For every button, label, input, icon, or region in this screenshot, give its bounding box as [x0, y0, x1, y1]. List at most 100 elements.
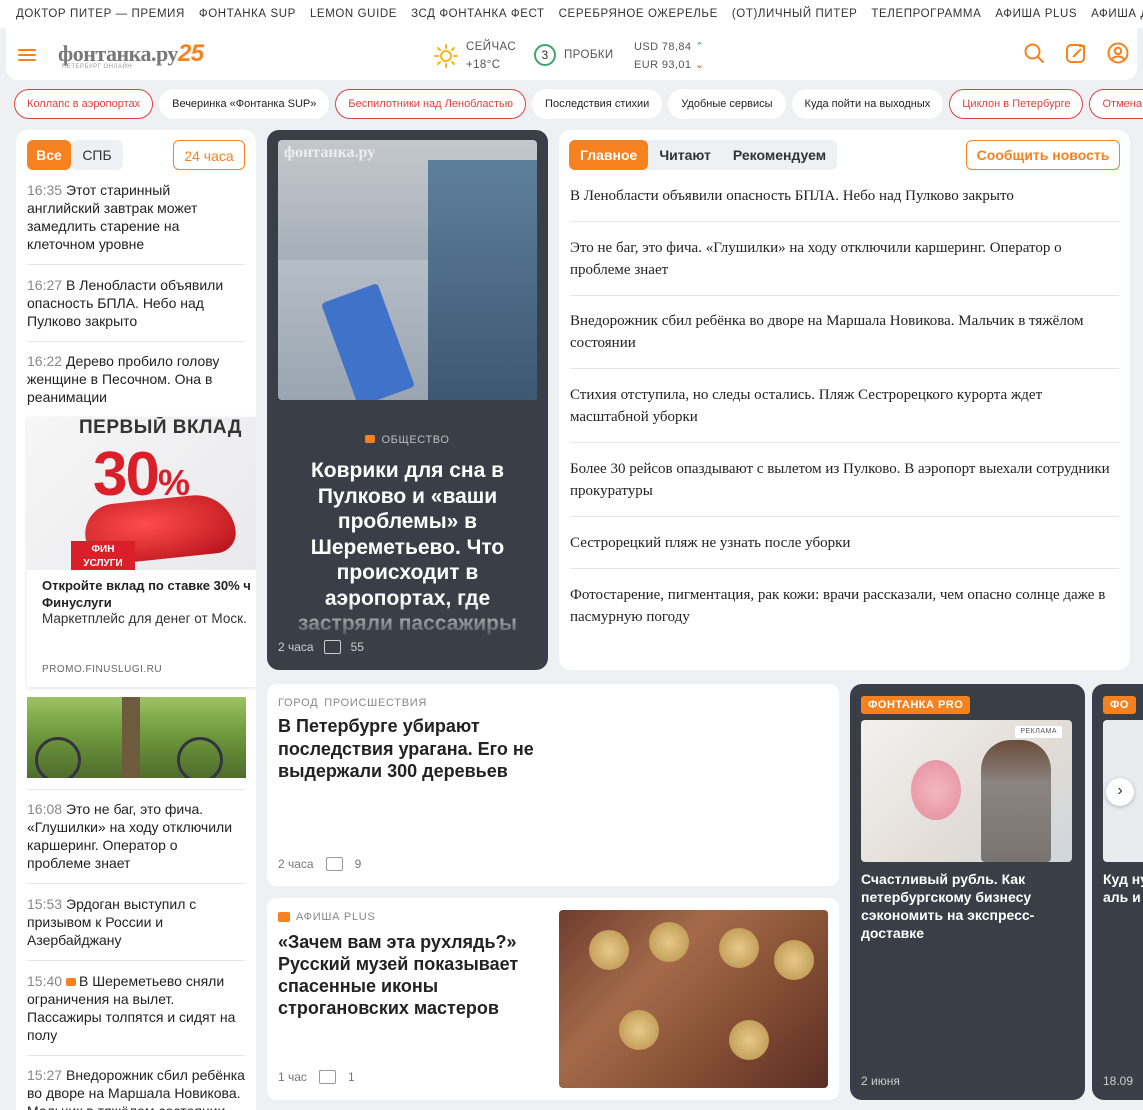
project-link[interactable]: Доктор Питер — премия	[16, 8, 185, 20]
tab-reading[interactable]: Читают	[648, 140, 722, 170]
feed-item[interactable]: 16:22 Дерево пробило голову женщине в Пес…	[27, 352, 245, 406]
project-link[interactable]: (От)личный Питер	[732, 8, 858, 20]
feature-comments[interactable]: 55	[351, 640, 364, 654]
card-meta: 2 часа 9	[278, 857, 361, 871]
projects-strip: Доктор Питер — премия Фонтанка SUP Lemon…	[0, 0, 1143, 28]
ad-label: РЕКЛАМА	[1015, 726, 1062, 738]
divider	[570, 221, 1119, 222]
news-card[interactable]: АФИША PLUS «Зачем вам эта рухлядь?» Русс…	[267, 898, 839, 1100]
tag-pill[interactable]: Удобные сервисы	[668, 89, 786, 119]
comment-icon[interactable]	[325, 857, 343, 871]
video-icon	[365, 435, 376, 443]
feed-item[interactable]: 15:40 В Шереметьево сняли ограничения на …	[27, 972, 245, 1044]
divider	[570, 295, 1119, 296]
site-logo[interactable]: фонтанка.ру25 ПЕТЕРБУРГ ОНЛАЙН	[58, 40, 204, 70]
tag-pill[interactable]: Коллапс в аэропортах	[14, 89, 154, 119]
tag-pill[interactable]: Отмена Гл	[1089, 89, 1143, 119]
card-time: 2 часа	[278, 857, 314, 871]
main-news-item[interactable]: Фотостарение, пигментация, рак кожи: вра…	[570, 584, 1119, 628]
feed-time: 16:22	[27, 353, 63, 369]
ad-text: Маркетплейс для денег от Моск.	[42, 611, 247, 626]
eur-rate: EUR 93,01	[634, 59, 692, 71]
ad-headline: ПЕРВЫЙ ВКЛАД	[79, 417, 242, 438]
tag-pill[interactable]: Беспилотники над Ленобластью	[335, 89, 527, 119]
logo-subtitle: ПЕТЕРБУРГ ОНЛАЙН	[62, 64, 133, 70]
icon-painting-image	[559, 910, 828, 1088]
pro-title[interactable]: Куд нуж аль и кр	[1103, 870, 1143, 906]
main-news-item[interactable]: В Ленобласти объявили опасность БПЛА. Не…	[570, 185, 1119, 207]
pro-card[interactable]: ФОНТАНКА PRO РЕКЛАМА Счастливый рубль. К…	[850, 684, 1085, 1100]
pro-date: 18.09	[1103, 1074, 1134, 1088]
feed-item[interactable]: 15:27 Внедорожник сбил ребёнка во дворе н…	[27, 1066, 245, 1110]
filter-all-button[interactable]: Все	[27, 140, 71, 170]
comment-icon[interactable]	[318, 1070, 336, 1084]
menu-icon[interactable]	[18, 49, 36, 61]
rubric-link[interactable]: ПРОИСШЕСТВИЯ	[324, 697, 427, 709]
feed-item[interactable]: 16:27 В Ленобласти объявили опасность БПЛ…	[27, 276, 245, 330]
project-link[interactable]: Серебряное ожерелье	[559, 8, 718, 20]
main-news-item[interactable]: Это не баг, это фича. «Глушилки» на ходу…	[570, 237, 1119, 281]
traffic-widget[interactable]: 3 ПРОБКИ	[534, 44, 614, 66]
feed-time: 16:35	[27, 182, 63, 198]
logo-text: фонтанка.ру	[58, 41, 178, 66]
card-time: 1 час	[278, 1070, 307, 1084]
tag-pill[interactable]: Куда пойти на выходных	[791, 89, 944, 119]
feed-item[interactable]: 16:08 Это не баг, это фича. «Глушилки» на…	[27, 800, 245, 872]
main-news-item[interactable]: Внедорожник сбил ребёнка во дворе на Мар…	[570, 310, 1119, 354]
search-icon[interactable]	[1023, 42, 1045, 64]
feed-item[interactable]: 15:53 Эрдоган выступил с призывом к Росси…	[27, 895, 245, 949]
divider	[570, 368, 1119, 369]
card-rubrics: ГОРОД ПРОИСШЕСТВИЯ	[278, 697, 427, 709]
report-news-button[interactable]: Сообщить новость	[966, 140, 1120, 170]
pro-title[interactable]: Счастливый рубль. Как петербургскому биз…	[861, 870, 1072, 942]
news-feed: Все СПБ 24 часа 16:35 Этот старинный англ…	[16, 130, 256, 1110]
news-card[interactable]: ГОРОД ПРОИСШЕСТВИЯ В Петербурге убирают …	[267, 684, 839, 886]
feature-time: 2 часа	[278, 640, 314, 654]
feature-card[interactable]: фонтанка.ру ОБЩЕСТВО Коврики для сна в П…	[267, 130, 548, 670]
feed-item[interactable]: 16:35 Этот старинный английский завтрак м…	[27, 181, 245, 253]
video-icon	[66, 978, 77, 986]
project-link[interactable]: Афиша Plus	[995, 8, 1077, 20]
weather-widget[interactable]: СЕЙЧАС +18°C	[434, 38, 516, 74]
project-link[interactable]: ЗСД Фонтанка Фест	[411, 8, 545, 20]
project-link[interactable]: Фонтанка SUP	[199, 8, 296, 20]
project-link[interactable]: Афиша для дет	[1091, 8, 1143, 20]
pro-image: РЕКЛАМА	[861, 720, 1072, 862]
project-link[interactable]: Телепрограмма	[871, 8, 981, 20]
divider	[570, 442, 1119, 443]
tab-recommended[interactable]: Рекомендуем	[722, 140, 837, 170]
profile-icon[interactable]	[1107, 42, 1129, 64]
weather-label: СЕЙЧАС	[466, 41, 517, 53]
project-link[interactable]: Lemon Guide	[310, 8, 397, 20]
filter-spb-button[interactable]: СПБ	[71, 140, 123, 170]
divider	[27, 960, 245, 961]
currency-widget[interactable]: USD 78,84 ⌃ EUR 93,01 ⌄	[634, 38, 705, 74]
feature-category: ОБЩЕСТВО	[267, 434, 548, 446]
suggest-news-icon[interactable]	[1065, 42, 1087, 64]
site-header: фонтанка.ру25 ПЕТЕРБУРГ ОНЛАЙН СЕЙЧАС +1…	[6, 28, 1137, 80]
tag-pill[interactable]: Циклон в Петербурге	[949, 89, 1084, 119]
main-news-item[interactable]: Более 30 рейсов опаздывают с вылетом из …	[570, 458, 1119, 502]
pro-card[interactable]: ФО Куд нуж аль и кр 18.09	[1092, 684, 1143, 1100]
tab-main[interactable]: Главное	[569, 140, 649, 170]
filter-24h-button[interactable]: 24 часа	[173, 140, 245, 170]
main-news-item[interactable]: Стихия отступила, но следы остались. Пля…	[570, 384, 1119, 428]
card-title[interactable]: «Зачем вам эта рухлядь?» Русский музей п…	[278, 931, 540, 1019]
ad-banner[interactable]: ПЕРВЫЙ ВКЛАД 30% ФИН УСЛУГИ Откройте вкл…	[27, 417, 256, 687]
card-title[interactable]: В Петербурге убирают последствия урагана…	[278, 715, 578, 783]
rubric-link[interactable]: ГОРОД	[278, 697, 318, 709]
tag-strip: Коллапс в аэропортах Вечеринка «Фонтанка…	[14, 89, 1143, 121]
comment-icon[interactable]	[323, 640, 341, 654]
ad-source: PROMO.FINUSLUGI.RU	[42, 664, 163, 675]
card-comments[interactable]: 9	[355, 857, 362, 871]
main-news-item[interactable]: Сестрорецкий пляж не узнать после уборки	[570, 532, 1119, 554]
tag-pill[interactable]: Последствия стихии	[532, 89, 663, 119]
tag-pill[interactable]: Вечеринка «Фонтанка SUP»	[159, 89, 330, 119]
arrow-down-icon: ⌄	[694, 59, 705, 71]
ad-image-bicycle[interactable]	[27, 697, 246, 778]
feed-time: 15:27	[27, 1067, 63, 1083]
feed-time: 15:53	[27, 896, 63, 912]
carousel-next-button[interactable]: ›	[1106, 778, 1134, 806]
card-comments[interactable]: 1	[348, 1070, 355, 1084]
sun-icon	[434, 44, 458, 68]
